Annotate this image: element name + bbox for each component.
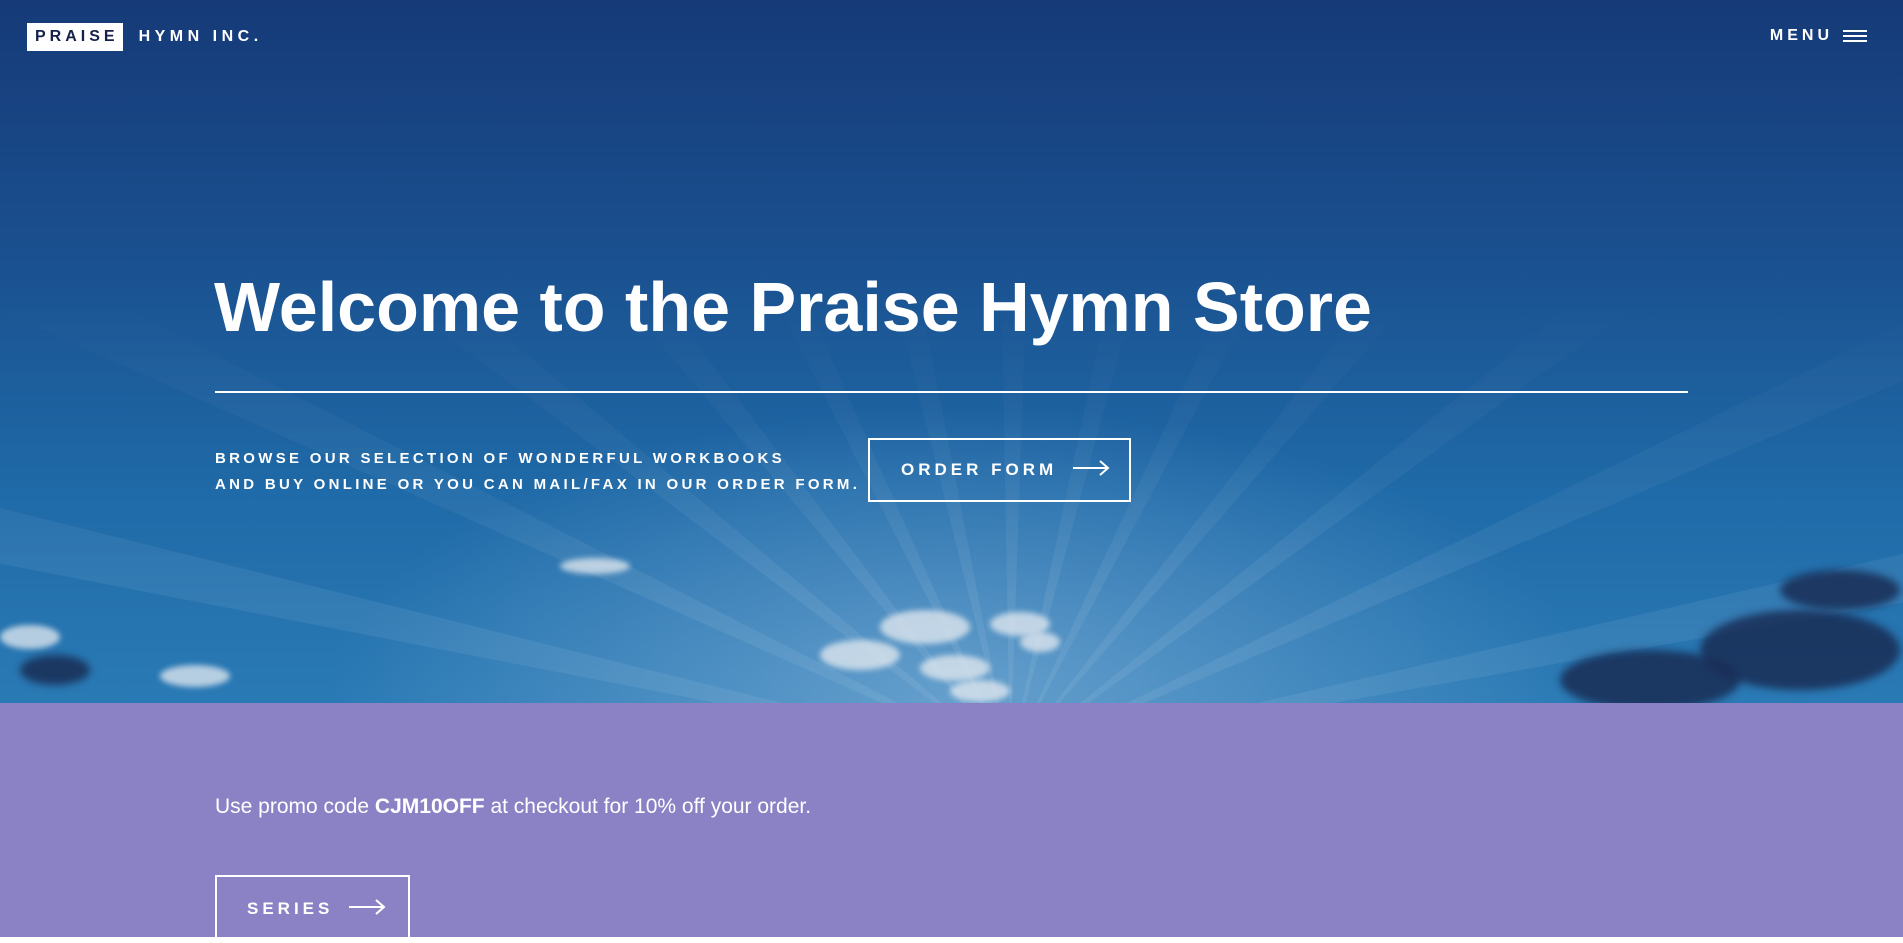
promo-code: CJM10OFF [374, 795, 485, 818]
series-button[interactable]: SERIES [215, 875, 410, 943]
promo-text-after: at checkout for 10% off your order. [484, 795, 812, 818]
arrow-right-icon [1073, 459, 1111, 481]
order-form-button[interactable]: ORDER FORM [868, 438, 1131, 502]
site-logo[interactable]: PRAISE HYMN INC. [27, 23, 263, 51]
hero-section: PRAISE HYMN INC. MENU Welcome to the Pra… [0, 0, 1903, 703]
hamburger-icon [1843, 30, 1867, 42]
order-form-button-label: ORDER FORM [901, 460, 1058, 479]
hero-subtitle: BROWSE OUR SELECTION OF WONDERFUL WORKBO… [215, 446, 860, 498]
logo-name-text: HYMN INC. [138, 28, 263, 45]
series-button-label: SERIES [247, 899, 334, 918]
arrow-right-icon [349, 898, 387, 920]
promo-text-before: Use promo code [215, 795, 375, 818]
menu-button[interactable]: MENU [1770, 27, 1867, 45]
logo-box-text: PRAISE [27, 23, 123, 51]
page-title: Welcome to the Praise Hymn Store [214, 268, 1372, 346]
title-divider [215, 391, 1688, 393]
promo-text: Use promo code CJM10OFF at checkout for … [215, 795, 811, 819]
promo-section: Use promo code CJM10OFF at checkout for … [0, 703, 1903, 943]
menu-label: MENU [1769, 27, 1833, 44]
hero-subtitle-line-2: AND BUY ONLINE OR YOU CAN MAIL/FAX IN OU… [215, 476, 861, 493]
hero-subtitle-line-1: BROWSE OUR SELECTION OF WONDERFUL WORKBO… [215, 450, 785, 467]
